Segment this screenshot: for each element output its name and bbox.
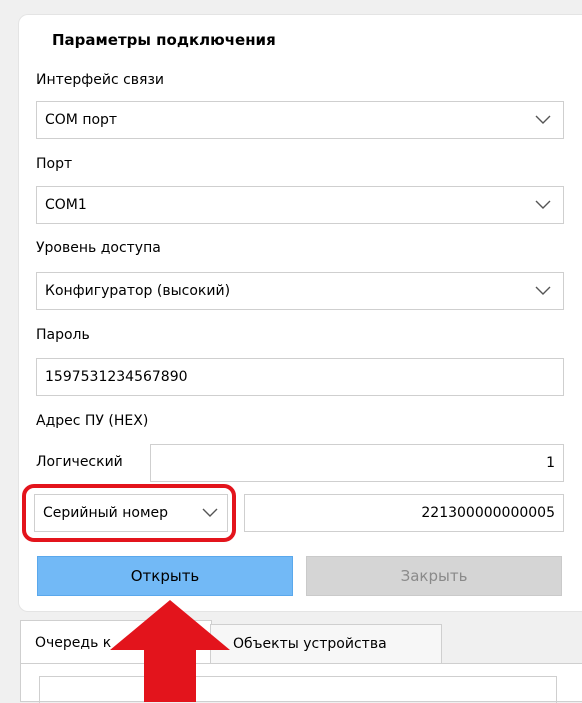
- chevron-down-icon: [523, 273, 563, 309]
- tab-queue-label: Очередь к: [35, 634, 112, 651]
- port-label: Порт: [36, 156, 73, 172]
- interface-label: Интерфейс связи: [36, 72, 165, 88]
- panel-title: Параметры подключения: [52, 31, 276, 49]
- serial-number-value: 221300000000005: [421, 505, 555, 521]
- close-button[interactable]: Закрыть: [306, 556, 562, 596]
- password-label: Пароль: [36, 327, 90, 343]
- access-level-select[interactable]: Конфигуратор (высокий): [36, 272, 564, 310]
- tab-device-objects-label: Объекты устройства: [233, 636, 387, 652]
- logical-address-input[interactable]: 1: [150, 444, 564, 482]
- logical-address-label: Логический: [36, 454, 123, 470]
- password-input[interactable]: 1597531234567890: [36, 358, 564, 396]
- tab-content-area: [20, 663, 582, 703]
- password-value: 1597531234567890: [45, 369, 188, 385]
- port-value: COM1: [45, 197, 87, 213]
- chevron-down-icon: [523, 187, 563, 223]
- open-button[interactable]: Открыть: [37, 556, 293, 596]
- logical-address-value: 1: [546, 455, 555, 471]
- tab-device-objects[interactable]: Объекты устройства: [210, 624, 442, 664]
- serial-number-input[interactable]: 221300000000005: [244, 494, 564, 532]
- access-level-label: Уровень доступа: [36, 240, 161, 256]
- access-level-value: Конфигуратор (высокий): [45, 283, 231, 299]
- chevron-down-icon: [523, 102, 563, 138]
- device-address-label: Адрес ПУ (HEX): [36, 413, 149, 429]
- red-arrow-annotation: [110, 600, 230, 702]
- interface-select[interactable]: COM порт: [36, 101, 564, 139]
- interface-value: COM порт: [45, 112, 118, 128]
- highlight-annotation: [22, 484, 236, 542]
- port-select[interactable]: COM1: [36, 186, 564, 224]
